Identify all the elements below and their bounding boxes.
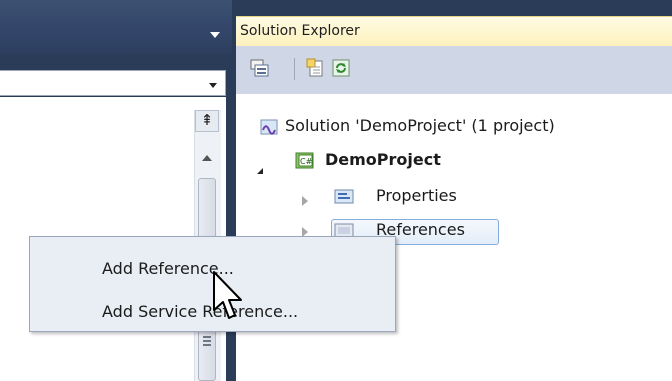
properties-icon[interactable] [250,58,270,78]
chevron-down-icon[interactable] [209,83,217,88]
tree-item-project[interactable]: C# DemoProject [295,148,672,172]
tree-item-solution[interactable]: Solution 'DemoProject' (1 project) [257,114,672,138]
collapse-arrow-icon[interactable] [257,168,263,174]
scroll-up-arrow-icon[interactable] [202,155,212,161]
menu-item-add-service-reference[interactable]: Add Service Reference... [102,302,298,321]
solution-explorer-toolbar [236,46,672,94]
solution-explorer-title-bar: Solution Explorer [236,16,672,46]
show-all-files-icon[interactable] [305,58,325,78]
properties-label: Properties [376,186,457,205]
svg-text:C#: C# [300,157,313,166]
properties-folder-icon [334,189,354,204]
solution-explorer-title: Solution Explorer [240,23,360,39]
mouse-pointer-icon [213,271,242,319]
solution-label: Solution 'DemoProject' (1 project) [285,116,555,135]
project-label: DemoProject [325,150,441,169]
split-window-button[interactable]: ⇞ [195,110,219,132]
window-menu-dropdown-icon[interactable] [210,32,220,38]
scrollbar-grip-line [203,340,211,342]
expand-arrow-icon[interactable] [302,196,308,206]
toolbar-separator [294,58,295,80]
solution-icon [260,119,278,135]
navigation-combo-box[interactable] [0,70,226,96]
refresh-icon[interactable] [331,58,351,78]
editor-tab-header [0,0,232,54]
tree-item-properties[interactable]: Properties [334,184,672,208]
csharp-project-icon: C# [295,152,314,169]
